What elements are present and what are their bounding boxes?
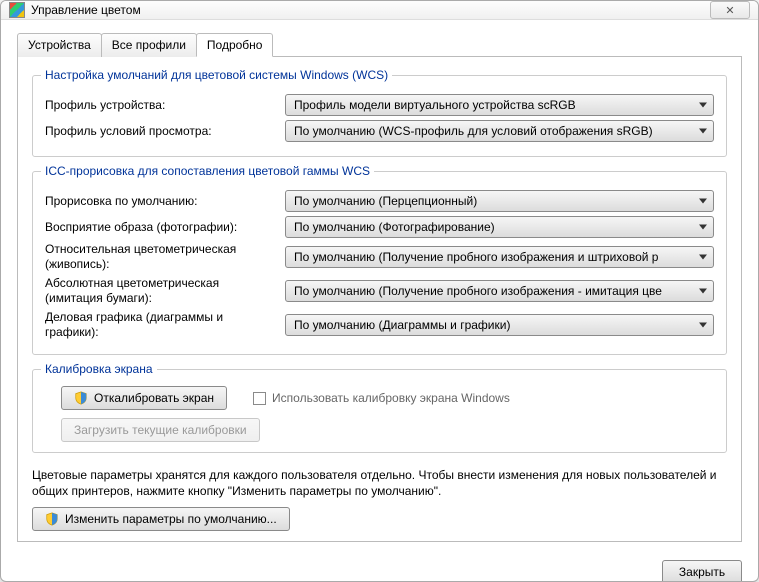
checkbox-icon bbox=[253, 392, 266, 405]
info-text: Цветовые параметры хранятся для каждого … bbox=[32, 467, 727, 499]
relcol-intent-row: Относительная цветометрическая (живопись… bbox=[45, 242, 714, 272]
viewing-profile-row: Профиль условий просмотра: По умолчанию … bbox=[45, 120, 714, 142]
device-profile-value: Профиль модели виртуального устройства s… bbox=[294, 98, 576, 112]
icc-legend: ICC-прорисовка для сопоставления цветово… bbox=[41, 164, 374, 178]
tab-all-profiles[interactable]: Все профили bbox=[101, 33, 197, 57]
close-button[interactable]: Закрыть bbox=[662, 560, 742, 582]
perceptual-intent-dropdown[interactable]: По умолчанию (Фотографирование) bbox=[285, 216, 714, 238]
use-windows-calibration-label: Использовать калибровку экрана Windows bbox=[272, 391, 510, 405]
details-panel: Настройка умолчаний для цветовой системы… bbox=[17, 57, 742, 542]
relcol-intent-label: Относительная цветометрическая (живопись… bbox=[45, 242, 285, 272]
abscol-intent-value: По умолчанию (Получение пробного изображ… bbox=[294, 284, 662, 298]
device-profile-row: Профиль устройства: Профиль модели вирту… bbox=[45, 94, 714, 116]
abscol-intent-label: Абсолютная цветометрическая (имитация бу… bbox=[45, 276, 285, 306]
perceptual-intent-row: Восприятие образа (фотографии): По умолч… bbox=[45, 216, 714, 238]
chevron-down-icon bbox=[699, 255, 707, 260]
icc-rendering-group: ICC-прорисовка для сопоставления цветово… bbox=[32, 171, 727, 355]
close-button-label: Закрыть bbox=[679, 565, 725, 579]
business-intent-value: По умолчанию (Диаграммы и графики) bbox=[294, 318, 510, 332]
tab-details[interactable]: Подробно bbox=[196, 33, 274, 57]
close-icon: ✕ bbox=[725, 4, 734, 17]
calibration-legend: Калибровка экрана bbox=[41, 362, 157, 376]
change-defaults-button[interactable]: Изменить параметры по умолчанию... bbox=[32, 507, 290, 531]
relcol-intent-dropdown[interactable]: По умолчанию (Получение пробного изображ… bbox=[285, 246, 714, 268]
calibrate-display-label: Откалибровать экран bbox=[94, 391, 214, 405]
chevron-down-icon bbox=[699, 129, 707, 134]
load-current-calibrations-label: Загрузить текущие калибровки bbox=[74, 423, 247, 437]
business-intent-row: Деловая графика (диаграммы и графики): П… bbox=[45, 310, 714, 340]
chevron-down-icon bbox=[699, 323, 707, 328]
abscol-intent-row: Абсолютная цветометрическая (имитация бу… bbox=[45, 276, 714, 306]
content-area: Устройства Все профили Подробно Настройк… bbox=[1, 20, 758, 552]
app-icon bbox=[9, 2, 25, 18]
tab-devices[interactable]: Устройства bbox=[17, 33, 102, 57]
calibrate-display-button[interactable]: Откалибровать экран bbox=[61, 386, 227, 410]
footer: Закрыть bbox=[1, 552, 758, 582]
titlebar: Управление цветом ✕ bbox=[1, 1, 758, 20]
default-intent-row: Прорисовка по умолчанию: По умолчанию (П… bbox=[45, 190, 714, 212]
business-intent-dropdown[interactable]: По умолчанию (Диаграммы и графики) bbox=[285, 314, 714, 336]
business-intent-label: Деловая графика (диаграммы и графики): bbox=[45, 310, 285, 340]
viewing-profile-label: Профиль условий просмотра: bbox=[45, 124, 285, 139]
wcs-legend: Настройка умолчаний для цветовой системы… bbox=[41, 68, 392, 82]
window-close-button[interactable]: ✕ bbox=[710, 1, 750, 19]
chevron-down-icon bbox=[699, 225, 707, 230]
viewing-profile-dropdown[interactable]: По умолчанию (WCS-профиль для условий от… bbox=[285, 120, 714, 142]
default-intent-label: Прорисовка по умолчанию: bbox=[45, 194, 285, 209]
default-intent-dropdown[interactable]: По умолчанию (Перцепционный) bbox=[285, 190, 714, 212]
chevron-down-icon bbox=[699, 289, 707, 294]
perceptual-intent-value: По умолчанию (Фотографирование) bbox=[294, 220, 495, 234]
wcs-defaults-group: Настройка умолчаний для цветовой системы… bbox=[32, 75, 727, 157]
tab-bar: Устройства Все профили Подробно bbox=[17, 32, 742, 57]
device-profile-label: Профиль устройства: bbox=[45, 98, 285, 113]
default-intent-value: По умолчанию (Перцепционный) bbox=[294, 194, 477, 208]
viewing-profile-value: По умолчанию (WCS-профиль для условий от… bbox=[294, 124, 653, 138]
use-windows-calibration-checkbox[interactable]: Использовать калибровку экрана Windows bbox=[253, 391, 510, 405]
chevron-down-icon bbox=[699, 103, 707, 108]
device-profile-dropdown[interactable]: Профиль модели виртуального устройства s… bbox=[285, 94, 714, 116]
shield-icon bbox=[74, 391, 88, 405]
window-title: Управление цветом bbox=[31, 3, 710, 17]
shield-icon bbox=[45, 512, 59, 526]
perceptual-intent-label: Восприятие образа (фотографии): bbox=[45, 220, 285, 235]
chevron-down-icon bbox=[699, 199, 707, 204]
color-management-window: Управление цветом ✕ Устройства Все профи… bbox=[0, 0, 759, 582]
abscol-intent-dropdown[interactable]: По умолчанию (Получение пробного изображ… bbox=[285, 280, 714, 302]
display-calibration-group: Калибровка экрана Откалибровать экран Ис… bbox=[32, 369, 727, 453]
relcol-intent-value: По умолчанию (Получение пробного изображ… bbox=[294, 250, 658, 264]
change-defaults-label: Изменить параметры по умолчанию... bbox=[65, 512, 277, 526]
load-current-calibrations-button: Загрузить текущие калибровки bbox=[61, 418, 260, 442]
